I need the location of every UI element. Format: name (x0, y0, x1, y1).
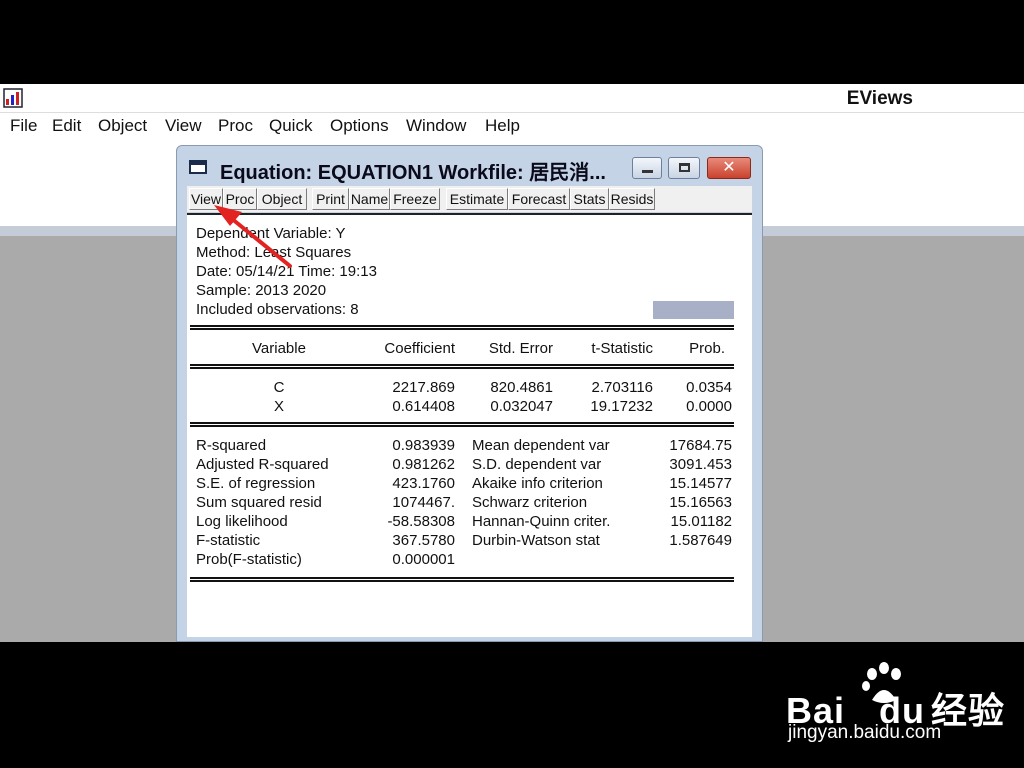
stat-label: Schwarz criterion (472, 494, 588, 511)
resids-button[interactable]: Resids (609, 188, 655, 210)
table-cell: C (273, 379, 285, 396)
sample-line: Sample: 2013 2020 (196, 282, 327, 299)
table-cell: 820.4861 (490, 379, 553, 396)
brand-cn: 经验 (931, 690, 1006, 731)
equation-title: Equation: EQUATION1 Workfile: 居民消... (220, 162, 606, 184)
window-icon (189, 160, 207, 174)
stat-value: 0.000001 (392, 551, 455, 568)
stat-label: Prob(F-statistic) (196, 551, 302, 568)
selection-highlight (653, 301, 734, 319)
divider (190, 422, 734, 427)
stat-value: 1.587649 (669, 532, 732, 549)
menu-view[interactable]: View (165, 116, 202, 136)
menu-bar: File Edit Object View Proc Quick Options… (0, 112, 1024, 139)
close-icon: ✕ (722, 159, 736, 176)
freeze-button[interactable]: Freeze (390, 188, 440, 210)
stat-label: Log likelihood (196, 513, 288, 530)
estimation-output[interactable]: Dependent Variable: Y Method: Least Squa… (187, 213, 752, 637)
equation-toolbar: View Proc Object Print Name Freeze Estim… (187, 186, 752, 212)
menu-file[interactable]: File (10, 116, 37, 136)
eviews-app-icon[interactable] (3, 88, 23, 108)
divider (190, 364, 734, 369)
menu-options[interactable]: Options (330, 116, 389, 136)
stat-value: 17684.75 (669, 437, 732, 454)
method-line: Method: Least Squares (196, 244, 352, 261)
col-std-error: Std. Error (488, 340, 553, 357)
print-button[interactable]: Print (312, 188, 349, 210)
menu-help[interactable]: Help (485, 116, 520, 136)
menu-window[interactable]: Window (406, 116, 466, 136)
view-button[interactable]: View (189, 188, 223, 210)
stat-label: F-statistic (196, 532, 261, 549)
stat-value: 423.1760 (392, 475, 455, 492)
stat-label: R-squared (196, 437, 267, 454)
app-title: EViews (846, 88, 913, 109)
paw-icon (862, 662, 901, 703)
stats-button[interactable]: Stats (570, 188, 609, 210)
menu-object[interactable]: Object (98, 116, 147, 136)
forecast-button[interactable]: Forecast (508, 188, 570, 210)
stat-value: 367.5780 (392, 532, 455, 549)
object-button[interactable]: Object (257, 188, 307, 210)
table-cell: 0.032047 (490, 398, 553, 415)
baidu-watermark: Bai du 经验 jingyan.baidu.com (786, 660, 1016, 750)
estimate-button[interactable]: Estimate (446, 188, 508, 210)
stat-value: 15.01182 (670, 513, 732, 530)
table-cell: X (273, 398, 284, 415)
stat-value: 0.983939 (392, 437, 455, 454)
name-button[interactable]: Name (349, 188, 390, 210)
stat-value: 0.981262 (392, 456, 455, 473)
stat-value: 3091.453 (669, 456, 732, 473)
equation-titlebar[interactable]: Equation: EQUATION1 Workfile: 居民消... ✕ (177, 146, 762, 186)
stat-label: Adjusted R-squared (196, 456, 329, 473)
stat-label: Mean dependent var (472, 437, 610, 454)
col-prob: Prob. (689, 340, 725, 357)
divider (190, 577, 734, 582)
date-line: Date: 05/14/21 Time: 19:13 (196, 263, 377, 280)
observations-line: Included observations: 8 (196, 301, 359, 318)
col-coefficient: Coefficient (384, 340, 455, 357)
table-cell: 2217.869 (392, 379, 455, 396)
maximize-button[interactable] (668, 157, 700, 179)
stat-label: Hannan-Quinn criter. (472, 513, 611, 530)
divider (190, 325, 734, 330)
stat-label: S.E. of regression (196, 475, 316, 492)
table-cell: 0.0354 (686, 379, 732, 396)
stat-label: Sum squared resid (196, 494, 322, 511)
close-button[interactable]: ✕ (707, 157, 751, 179)
watermark-url: jingyan.baidu.com (788, 722, 942, 743)
proc-button[interactable]: Proc (223, 188, 257, 210)
menu-edit[interactable]: Edit (52, 116, 81, 136)
stat-value: -58.58308 (387, 513, 455, 530)
menu-quick[interactable]: Quick (269, 116, 312, 136)
stat-value: 15.14577 (669, 475, 732, 492)
col-variable: Variable (252, 340, 306, 357)
menu-proc[interactable]: Proc (218, 116, 253, 136)
stat-value: 1074467. (392, 494, 455, 511)
stat-value: 15.16563 (669, 494, 732, 511)
stat-label: Akaike info criterion (472, 475, 603, 492)
minimize-icon (642, 170, 653, 173)
dependent-variable-line: Dependent Variable: Y (196, 225, 346, 242)
stat-label: Durbin-Watson stat (472, 532, 600, 549)
app-titlebar: EViews (0, 84, 1024, 112)
stat-label: S.D. dependent var (472, 456, 602, 473)
table-cell: 0.614408 (392, 398, 455, 415)
equation-window: Equation: EQUATION1 Workfile: 居民消... ✕ V… (176, 145, 763, 642)
table-cell: 0.0000 (686, 398, 732, 415)
maximize-icon (679, 163, 690, 172)
minimize-button[interactable] (632, 157, 662, 179)
